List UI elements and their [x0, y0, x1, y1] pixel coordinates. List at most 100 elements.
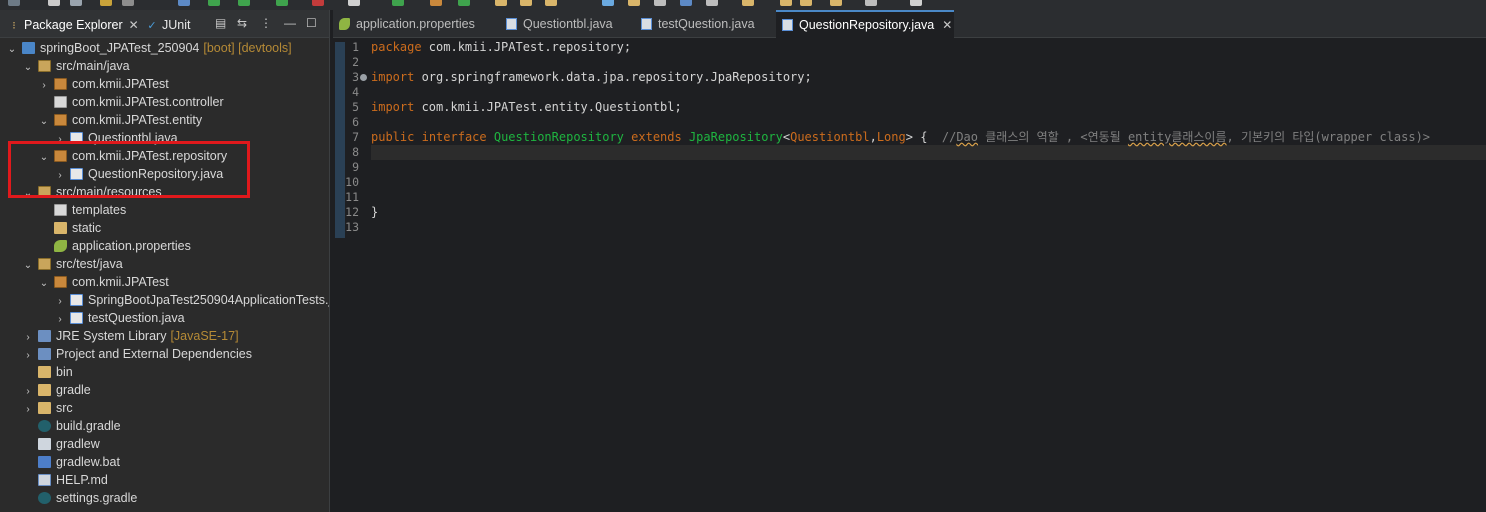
tree-item-package-entity[interactable]: ⌄ com.kmii.JPATest.entity — [38, 111, 202, 129]
tab-questiontbl-java[interactable]: Questiontbl.java — [500, 10, 633, 38]
empty-package-icon — [54, 96, 67, 108]
code-text-area[interactable]: package com.kmii.JPATest.repository; imp… — [371, 38, 1486, 512]
toolbar-icon[interactable] — [495, 0, 507, 6]
fold-marker-icon[interactable] — [360, 74, 367, 81]
toolbar-icon[interactable] — [602, 0, 614, 6]
toolbar-icon[interactable] — [680, 0, 692, 6]
toolbar-icon[interactable] — [628, 0, 640, 6]
tab-package-explorer[interactable]: ⁝ Package Explorer ✕ — [8, 15, 139, 35]
link-with-editor-icon[interactable]: ⇆ — [237, 16, 247, 30]
tree-item-src[interactable]: › src — [22, 399, 72, 417]
toolbar-icon[interactable] — [312, 0, 324, 6]
line-number: 12 — [345, 205, 359, 219]
tree-item-static[interactable]: static — [38, 219, 101, 237]
tree-item-settings-gradle[interactable]: settings.gradle — [22, 489, 137, 507]
tab-questionrepository-java[interactable]: QuestionRepository.java ✕ — [776, 10, 954, 38]
tree-item-testquestion-java[interactable]: › testQuestion.java — [54, 309, 185, 327]
close-icon[interactable]: ✕ — [942, 18, 952, 32]
tree-label: src/test/java — [56, 257, 123, 271]
tree-item-build-gradle[interactable]: build.gradle — [22, 417, 121, 435]
toolbar-icon[interactable] — [654, 0, 666, 6]
collapse-all-icon[interactable]: ▤ — [215, 16, 226, 30]
current-line-highlight — [371, 145, 1486, 160]
tab-testquestion-java[interactable]: testQuestion.java — [635, 10, 775, 38]
tree-label: com.kmii.JPATest — [72, 275, 169, 289]
toolbar-icon[interactable] — [348, 0, 360, 6]
folder-icon — [38, 402, 51, 414]
tree-label: settings.gradle — [56, 491, 138, 505]
library-icon — [38, 348, 51, 360]
tree-decoration: [boot] [devtools] — [203, 41, 292, 55]
chevron-down-icon[interactable]: ⌄ — [38, 113, 50, 131]
save-all-icon[interactable] — [70, 0, 82, 6]
tab-junit[interactable]: ✓ JUnit — [146, 15, 190, 35]
properties-file-icon — [339, 18, 350, 30]
tree-item-package[interactable]: › com.kmii.JPATest — [38, 75, 168, 93]
debug-icon[interactable] — [276, 0, 288, 6]
line-number: 2 — [352, 55, 359, 69]
java-file-icon — [70, 312, 83, 324]
explorer-tab-bar: ⁝ Package Explorer ✕ ✓ JUnit ▤ ⇆ ⋮ — ☐ — [0, 10, 329, 38]
tree-item-bin[interactable]: bin — [22, 363, 73, 381]
tree-item-src-main-java[interactable]: ⌄ src/main/java — [22, 57, 130, 75]
tree-item-gradlew[interactable]: gradlew — [22, 435, 100, 453]
chevron-down-icon[interactable]: ⌄ — [6, 41, 18, 59]
toolbar-icon[interactable] — [178, 0, 190, 6]
toolbar-icon[interactable] — [520, 0, 532, 6]
tree-label: testQuestion.java — [88, 311, 185, 325]
tree-item-gradlew-bat[interactable]: gradlew.bat — [22, 453, 120, 471]
close-icon[interactable]: ✕ — [129, 18, 139, 32]
tab-label: QuestionRepository.java — [799, 18, 935, 32]
tree-label: build.gradle — [56, 419, 121, 433]
quick-diff-bar — [335, 42, 345, 238]
tree-item-application-properties[interactable]: application.properties — [38, 237, 191, 255]
tree-item-project[interactable]: ⌄ springBoot_JPATest_250904 [boot] [devtoo… — [6, 39, 292, 57]
folder-icon — [38, 366, 51, 378]
tree-decoration: [JavaSE-17] — [170, 329, 239, 343]
line-number: 9 — [352, 160, 359, 174]
tree-item-application-tests[interactable]: › SpringBootJpaTest250904ApplicationTests… — [54, 291, 329, 309]
tree-item-jre-library[interactable]: › JRE System Library [JavaSE-17] — [22, 327, 239, 345]
toolbar-icon[interactable] — [8, 0, 20, 6]
tab-application-properties[interactable]: application.properties — [333, 10, 498, 38]
folder-icon — [38, 384, 51, 396]
empty-package-icon — [54, 204, 67, 216]
toolbar-icon[interactable] — [865, 0, 877, 6]
toolbar-icon[interactable] — [430, 0, 442, 6]
tree-item-dependencies[interactable]: › Project and External Dependencies — [22, 345, 252, 363]
tree-item-templates[interactable]: templates — [38, 201, 126, 219]
toolbar-icon[interactable] — [122, 0, 134, 6]
tree-item-src-test-java[interactable]: ⌄ src/test/java — [22, 255, 123, 273]
tree-label: gradlew — [56, 437, 100, 451]
chevron-down-icon[interactable]: ⌄ — [22, 59, 34, 77]
line-number: 7 — [352, 130, 359, 144]
toolbar-icon[interactable] — [100, 0, 112, 6]
package-icon — [54, 276, 67, 288]
tree-item-test-package[interactable]: ⌄ com.kmii.JPATest — [38, 273, 169, 291]
tree-item-help-md[interactable]: HELP.md — [22, 471, 108, 489]
tree-item-gradle[interactable]: › gradle — [22, 381, 90, 399]
forward-icon[interactable] — [800, 0, 812, 6]
chevron-down-icon[interactable]: ⌄ — [22, 257, 34, 275]
toolbar-icon[interactable] — [458, 0, 470, 6]
run-icon[interactable] — [208, 0, 220, 6]
project-icon — [22, 42, 35, 54]
maximize-icon[interactable]: ☐ — [306, 16, 317, 30]
java-file-icon — [506, 18, 517, 30]
back-icon[interactable] — [780, 0, 792, 6]
tree-item-package-controller[interactable]: com.kmii.JPATest.controller — [38, 93, 224, 111]
chevron-down-icon[interactable]: ⌄ — [38, 275, 50, 293]
minimize-icon[interactable]: — — [284, 16, 296, 30]
code-line-1: package com.kmii.JPATest.repository; — [371, 40, 632, 54]
toolbar-icon[interactable] — [238, 0, 250, 6]
toolbar-icon[interactable] — [830, 0, 842, 6]
view-menu-icon[interactable]: ⋮ — [260, 16, 272, 30]
save-icon[interactable] — [48, 0, 60, 6]
package-icon — [54, 114, 67, 126]
toolbar-icon[interactable] — [545, 0, 557, 6]
toolbar-icon[interactable] — [392, 0, 404, 6]
tree-label: com.kmii.JPATest.controller — [72, 95, 224, 109]
toolbar-icon[interactable] — [742, 0, 754, 6]
toolbar-icon[interactable] — [910, 0, 922, 6]
toolbar-icon[interactable] — [706, 0, 718, 6]
